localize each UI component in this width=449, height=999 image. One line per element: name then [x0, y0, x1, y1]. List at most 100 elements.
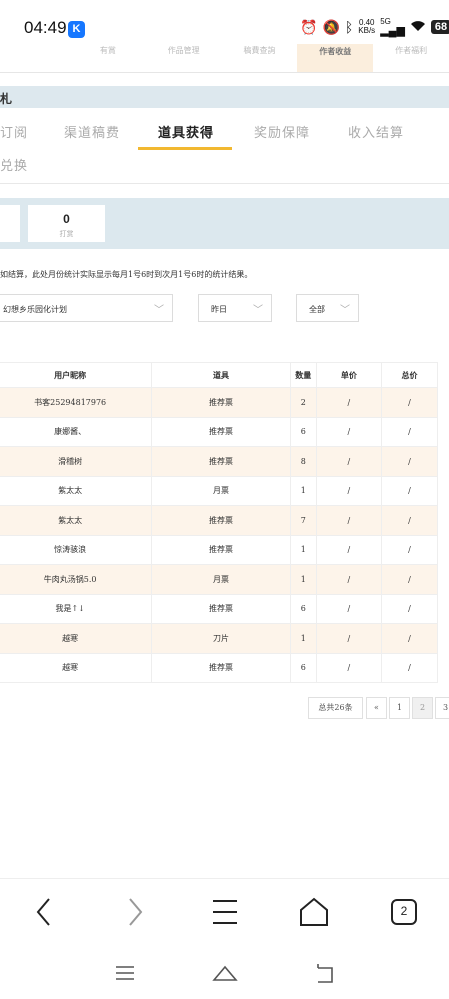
- section-header: 札: [0, 86, 449, 108]
- tab-count: 2: [400, 904, 408, 918]
- system-menu-button[interactable]: [110, 958, 140, 988]
- date-select-value: 昨日: [211, 305, 227, 314]
- tab-channel-fee[interactable]: 渠道稿费: [64, 122, 120, 141]
- cell-prop: 月票: [151, 476, 291, 506]
- type-select[interactable]: 全部 ﹀: [296, 294, 359, 322]
- cell-quantity: 6: [290, 653, 317, 683]
- tabs-button[interactable]: 2: [386, 895, 422, 929]
- menu-icon: [213, 900, 237, 924]
- cellular-icon: 5G ▂▄▆: [380, 17, 405, 37]
- top-tab[interactable]: 有賞: [70, 44, 146, 72]
- col-nickname: 用户昵称: [0, 362, 153, 388]
- forward-button[interactable]: [117, 895, 153, 929]
- chevron-down-icon: ﹀: [253, 305, 263, 316]
- menu-button[interactable]: [207, 895, 243, 929]
- col-quantity: 数量: [290, 362, 317, 388]
- date-select[interactable]: 昨日 ﹀: [198, 294, 272, 322]
- cell-prop: 推荐票: [151, 594, 291, 624]
- tab-active-indicator: [138, 147, 232, 150]
- divider: [0, 183, 449, 184]
- pagination-prev-button[interactable]: «: [366, 697, 387, 719]
- cell-total: /: [381, 505, 439, 536]
- cell-total: /: [381, 594, 439, 624]
- status-icons: ⏰ 🔕 ᛒ 0.40 KB/s 5G ▂▄▆ 68: [300, 17, 449, 37]
- tab-exchange[interactable]: 兑换: [0, 155, 28, 174]
- table-row: 紫太太 月票 1//: [0, 476, 439, 506]
- chevron-down-icon: ﹀: [340, 305, 350, 316]
- cell-prop: 推荐票: [151, 446, 291, 477]
- cell-prop: 月票: [151, 564, 291, 595]
- tab-reward-guarantee[interactable]: 奖励保障: [254, 122, 310, 141]
- cell-unit-price: /: [316, 505, 382, 536]
- cell-quantity: 7: [290, 505, 317, 536]
- col-unit-price: 单价: [316, 362, 382, 388]
- section-title: 札: [0, 92, 13, 106]
- system-back-button[interactable]: [310, 958, 340, 988]
- cell-nickname: 牛肉丸汤锅5.0: [0, 564, 153, 595]
- cell-quantity: 1: [290, 564, 317, 595]
- battery-indicator: 68: [430, 20, 449, 34]
- col-prop: 道具: [151, 362, 291, 388]
- top-tab[interactable]: 作者福利: [373, 44, 449, 72]
- cell-unit-price: /: [316, 446, 382, 477]
- cell-unit-price: /: [316, 594, 382, 624]
- cell-nickname: 惊涛骇浪: [0, 535, 153, 565]
- home-button[interactable]: [296, 895, 332, 929]
- pagination-page-1[interactable]: 1: [389, 697, 410, 719]
- cell-quantity: 2: [290, 387, 317, 418]
- cell-total: /: [381, 535, 439, 565]
- top-tab-active[interactable]: 作者收益: [297, 44, 374, 72]
- cell-total: /: [381, 653, 439, 683]
- chevron-right-icon: [129, 898, 143, 926]
- cell-unit-price: /: [316, 387, 382, 418]
- table-row: 滑稽树 推荐票 8//: [0, 446, 439, 477]
- cell-total: /: [381, 446, 439, 477]
- cell-total: /: [381, 476, 439, 506]
- pagination-page-3[interactable]: 3: [435, 697, 449, 719]
- table-row: 牛肉丸汤锅5.0 月票 1//: [0, 564, 439, 595]
- recents-icon: [116, 966, 134, 980]
- book-select[interactable]: 幻想乡乐园化计划 ﹀: [0, 294, 173, 322]
- mute-icon: 🔕: [322, 18, 340, 35]
- home-icon: [300, 897, 328, 926]
- col-total: 总价: [381, 362, 439, 388]
- cell-nickname: 越寒: [0, 623, 153, 654]
- pagination-page-2[interactable]: 2: [412, 697, 433, 719]
- table-row: 紫太太 推荐票 7//: [0, 505, 439, 536]
- cell-nickname: 紫太太: [0, 505, 153, 536]
- table-row: 越寒 刀片 1//: [0, 623, 439, 654]
- cell-quantity: 1: [290, 535, 317, 565]
- alarm-icon: ⏰: [300, 18, 318, 35]
- cell-nickname: 滑稽树: [0, 446, 153, 477]
- cell-nickname: 康娜酱、: [0, 417, 153, 447]
- top-tab[interactable]: 作品管理: [146, 44, 222, 72]
- wifi-icon: [410, 19, 426, 35]
- bluetooth-icon: ᛒ: [344, 19, 354, 35]
- pagination-total: 总共26条: [308, 697, 363, 719]
- tab-income-settlement[interactable]: 收入结算: [348, 122, 404, 141]
- cell-total: /: [381, 564, 439, 595]
- cell-quantity: 6: [290, 417, 317, 447]
- stat-value: 0: [63, 212, 70, 226]
- tab-subscription[interactable]: 订阅: [0, 122, 28, 141]
- cell-quantity: 8: [290, 446, 317, 477]
- cell-unit-price: /: [316, 417, 382, 447]
- cell-unit-price: /: [316, 653, 382, 683]
- back-arrow-icon: [317, 964, 333, 983]
- tab-props[interactable]: 道具获得: [158, 122, 214, 141]
- table-header-row: 用户昵称 道具 数量 单价 总价: [0, 362, 439, 388]
- cell-unit-price: /: [316, 623, 382, 654]
- table-row: 惊涛骇浪 推荐票 1//: [0, 535, 439, 565]
- back-button[interactable]: [26, 895, 62, 929]
- net-speed-unit: KB/s: [358, 26, 376, 35]
- status-time: 04:49: [24, 18, 67, 37]
- cell-prop: 推荐票: [151, 535, 291, 565]
- table-row: 越寒 推荐票 6//: [0, 653, 439, 683]
- system-home-button[interactable]: [210, 958, 240, 988]
- divider: [0, 72, 449, 73]
- cell-unit-price: /: [316, 564, 382, 595]
- top-tab[interactable]: 稿費查詢: [222, 44, 298, 72]
- table-row: 康娜酱、 推荐票 6//: [0, 417, 439, 447]
- cell-quantity: 1: [290, 623, 317, 654]
- type-select-value: 全部: [309, 305, 325, 314]
